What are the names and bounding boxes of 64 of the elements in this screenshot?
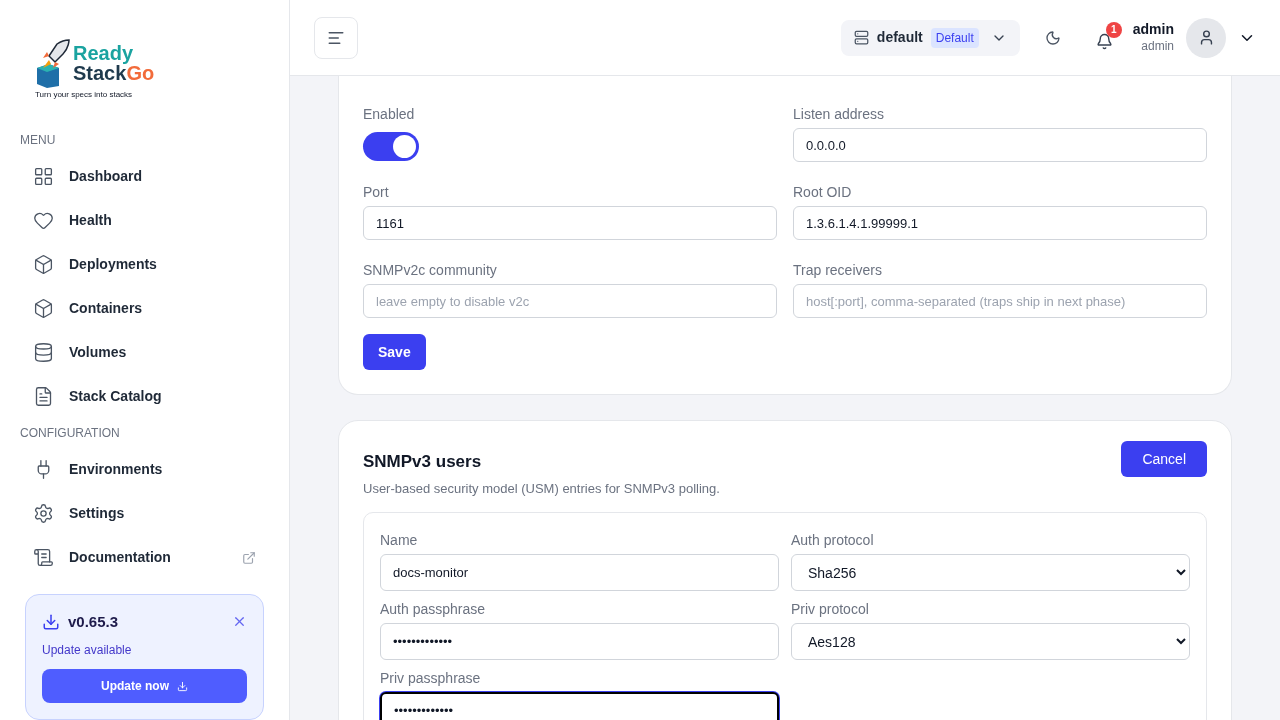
sidebar-item[interactable]: Settings (0, 491, 289, 536)
field-label: Auth passphrase (380, 600, 487, 619)
rocket-logo-icon (35, 38, 71, 88)
field-label: Auth protocol (791, 531, 875, 550)
sidebar-item[interactable]: Dashboard (0, 154, 289, 199)
sidebar-item[interactable]: Volumes (0, 330, 289, 375)
sidebar-item[interactable]: Stack Catalog (0, 374, 289, 419)
database-icon (33, 342, 54, 363)
document-icon (33, 547, 54, 568)
field-label: Enabled (363, 105, 416, 124)
moon-icon[interactable] (1044, 29, 1061, 46)
grid-icon (33, 166, 54, 187)
logo-tagline: Turn your specs into stacks (35, 89, 134, 101)
field-label: Listen address (793, 105, 886, 124)
notification-count: 1 (1105, 21, 1122, 38)
select-field[interactable]: Aes128 (791, 623, 1190, 660)
list-icon (33, 386, 54, 407)
toggle-switch[interactable] (363, 132, 419, 161)
sidebar-item[interactable]: Health (0, 198, 289, 243)
input-field[interactable]: ••••••••••••• (380, 623, 779, 660)
update-now-button[interactable]: Update now (42, 669, 247, 703)
notification-bell-icon[interactable] (1095, 32, 1113, 50)
field-label: Port (363, 183, 390, 202)
sidebar-item[interactable]: Deployments (0, 242, 289, 287)
box-icon (33, 298, 54, 319)
section-heading: CONFIGURATION (19, 424, 121, 442)
update-version: v0.65.3 (68, 611, 120, 632)
field-label: Priv passphrase (380, 669, 482, 688)
menu-button[interactable] (314, 16, 358, 59)
download-icon (177, 680, 188, 692)
user-avatar[interactable] (1186, 17, 1226, 58)
field-label: SNMPv2c community (363, 261, 498, 280)
input-field[interactable]: ••••••••••••• (380, 692, 779, 720)
input-field[interactable]: 1.3.6.1.4.1.99999.1 (793, 206, 1207, 240)
environment-badge: Default (930, 27, 979, 48)
field-label: Name (380, 531, 419, 550)
section-heading: MENU (19, 131, 57, 149)
input-field[interactable]: host[:port], comma-separated (traps ship in next phase) (793, 284, 1207, 318)
input-field[interactable]: docs-monitor (380, 554, 779, 591)
server-icon (853, 30, 869, 45)
sidebar-item[interactable]: Documentation (0, 535, 289, 580)
card-title: SNMPv3 users (363, 451, 483, 473)
field-label: Trap receivers (793, 261, 883, 280)
select-field[interactable]: Sha256 (791, 554, 1190, 591)
box-icon (33, 254, 54, 275)
sidebar-item[interactable]: Environments (0, 447, 289, 492)
update-message: Update available (42, 642, 133, 659)
sidebar-item[interactable]: Containers (0, 286, 289, 331)
input-field[interactable]: 0.0.0.0 (793, 128, 1207, 162)
input-field[interactable]: leave empty to disable v2c (363, 284, 777, 318)
save-button[interactable]: Save (363, 334, 426, 370)
field-label: Root OID (793, 183, 853, 202)
logo-word: StackGo (73, 63, 155, 83)
cancel-button[interactable]: Cancel (1121, 441, 1207, 477)
heart-icon (33, 210, 54, 231)
environment-selector[interactable]: default Default (840, 19, 1020, 56)
user-name: admin (1132, 20, 1174, 38)
field-label: Priv protocol (791, 600, 870, 619)
settings-icon (33, 503, 54, 524)
user-role: admin (1141, 37, 1174, 55)
input-field[interactable]: 1161 (363, 206, 777, 240)
card-subtitle: User-based security model (USM) entries for SNMPv3 polling. (363, 479, 721, 498)
download-icon (42, 612, 60, 631)
external-link-icon (242, 550, 256, 565)
